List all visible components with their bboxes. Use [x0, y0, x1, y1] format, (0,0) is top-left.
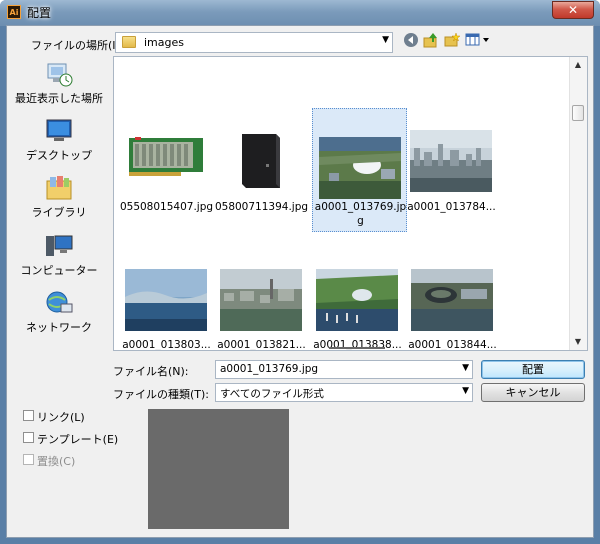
view-grid-icon [465, 33, 489, 46]
file-name: a0001_013803... [122, 339, 211, 351]
place-label: デスクトップ [26, 149, 92, 162]
file-thumbnail [411, 269, 493, 331]
recent-places-icon [45, 61, 73, 87]
place-button[interactable]: 配置 [481, 360, 585, 379]
file-name: 05508015407.jpg [119, 201, 214, 213]
scrollbar-thumb[interactable] [572, 105, 584, 121]
back-button[interactable] [403, 32, 419, 48]
file-type-value: すべてのファイル形式 [220, 388, 324, 400]
replace-label: 置換(C) [37, 455, 76, 468]
look-in-dropdown[interactable]: images ▼ [115, 32, 393, 53]
window-title: 配置 [27, 6, 52, 20]
file-name: a0001_013821... [217, 339, 306, 351]
file-name-value: a0001_013769.jpg [220, 363, 319, 375]
place-desktop[interactable]: デスクトップ [9, 118, 109, 163]
places-bar: 最近表示した場所 デスクトップ ライブラリ コンピューター ネットワーク [9, 56, 109, 366]
place-libraries[interactable]: ライブラリ [9, 175, 109, 220]
file-item[interactable]: a0001_013784... [404, 112, 499, 220]
new-folder-icon [444, 32, 461, 47]
file-thumbnail [316, 269, 398, 331]
place-recent[interactable]: 最近表示した場所 [9, 61, 109, 106]
horizontal-scroll-indicator [329, 347, 385, 349]
up-folder-button[interactable] [423, 32, 439, 48]
new-folder-button[interactable] [444, 32, 461, 48]
file-item[interactable]: a0001_013844... [405, 247, 500, 350]
file-name-line1: a0001_013769.jp [314, 201, 407, 213]
illustrator-app-icon: Ai [7, 5, 21, 19]
checkbox-box[interactable] [23, 410, 34, 421]
file-name-input[interactable]: a0001_013769.jpg ▼ [215, 360, 473, 379]
template-label: テンプレート(E) [37, 433, 119, 446]
folder-icon [122, 36, 136, 48]
image-preview-area [148, 409, 289, 529]
file-type-label: ファイルの種類(T): [113, 388, 210, 401]
file-name-line2: g [357, 215, 364, 227]
file-item[interactable]: 05800711394.jpg [214, 112, 309, 220]
title-bar[interactable]: Ai 配置 ✕ [0, 0, 600, 24]
back-arrow-icon [404, 33, 418, 47]
desktop-icon [45, 118, 73, 144]
file-name-label: ファイル名(N): [113, 365, 189, 378]
file-item[interactable]: 05508015407.jpg [119, 112, 214, 220]
place-label: 最近表示した場所 [15, 92, 103, 105]
place-dialog: Ai 配置 ✕ ファイルの場所(I): images ▼ 最近表示した場所 デス… [0, 0, 600, 544]
file-type-dropdown[interactable]: すべてのファイル形式 ▼ [215, 383, 473, 402]
place-label: ネットワーク [26, 321, 92, 334]
checkbox-box [23, 454, 34, 465]
place-network[interactable]: ネットワーク [9, 290, 109, 335]
chevron-down-icon: ▼ [382, 35, 389, 45]
file-thumbnail [220, 269, 302, 331]
file-item[interactable]: a0001_013821... [214, 247, 309, 350]
dialog-body: ファイルの場所(I): images ▼ 最近表示した場所 デスクトップ ライブ… [6, 25, 594, 538]
file-name: a0001_013838... [313, 339, 402, 351]
file-list-view[interactable]: 05508015407.jpg 05800711394.jpg a0001_01… [113, 56, 588, 351]
chevron-down-icon[interactable]: ▼ [462, 386, 469, 396]
place-computer[interactable]: コンピューター [9, 233, 109, 278]
look-in-label: ファイルの場所(I): [31, 39, 124, 52]
vertical-scrollbar[interactable]: ▲ ▼ [569, 57, 587, 350]
file-thumbnail [125, 130, 207, 192]
scroll-down-arrow-icon[interactable]: ▼ [570, 334, 586, 350]
link-label: リンク(L) [37, 411, 85, 424]
file-thumbnail [220, 130, 302, 192]
cancel-button[interactable]: キャンセル [481, 383, 585, 402]
look-in-value: images [144, 36, 184, 49]
file-thumbnail [319, 137, 401, 199]
computer-icon [45, 233, 73, 259]
close-button[interactable]: ✕ [552, 1, 594, 19]
file-name: a0001_013844... [408, 339, 497, 351]
place-label: コンピューター [20, 264, 98, 277]
views-menu-button[interactable] [465, 32, 491, 48]
file-thumbnail [410, 130, 492, 192]
network-icon [45, 290, 73, 316]
up-folder-icon [423, 33, 437, 48]
file-item[interactable]: a0001_013803... [119, 247, 214, 350]
file-name: a0001_013784... [407, 201, 496, 213]
file-item-selected[interactable]: a0001_013769.jp g [312, 108, 407, 232]
file-thumbnail [125, 269, 207, 331]
file-name: 05800711394.jpg [214, 201, 309, 213]
libraries-icon [45, 175, 73, 201]
checkbox-box[interactable] [23, 432, 34, 443]
place-label: ライブラリ [31, 206, 87, 219]
chevron-down-icon[interactable]: ▼ [462, 363, 469, 373]
scroll-up-arrow-icon[interactable]: ▲ [570, 57, 586, 73]
file-item[interactable]: a0001_013838... [310, 247, 405, 350]
